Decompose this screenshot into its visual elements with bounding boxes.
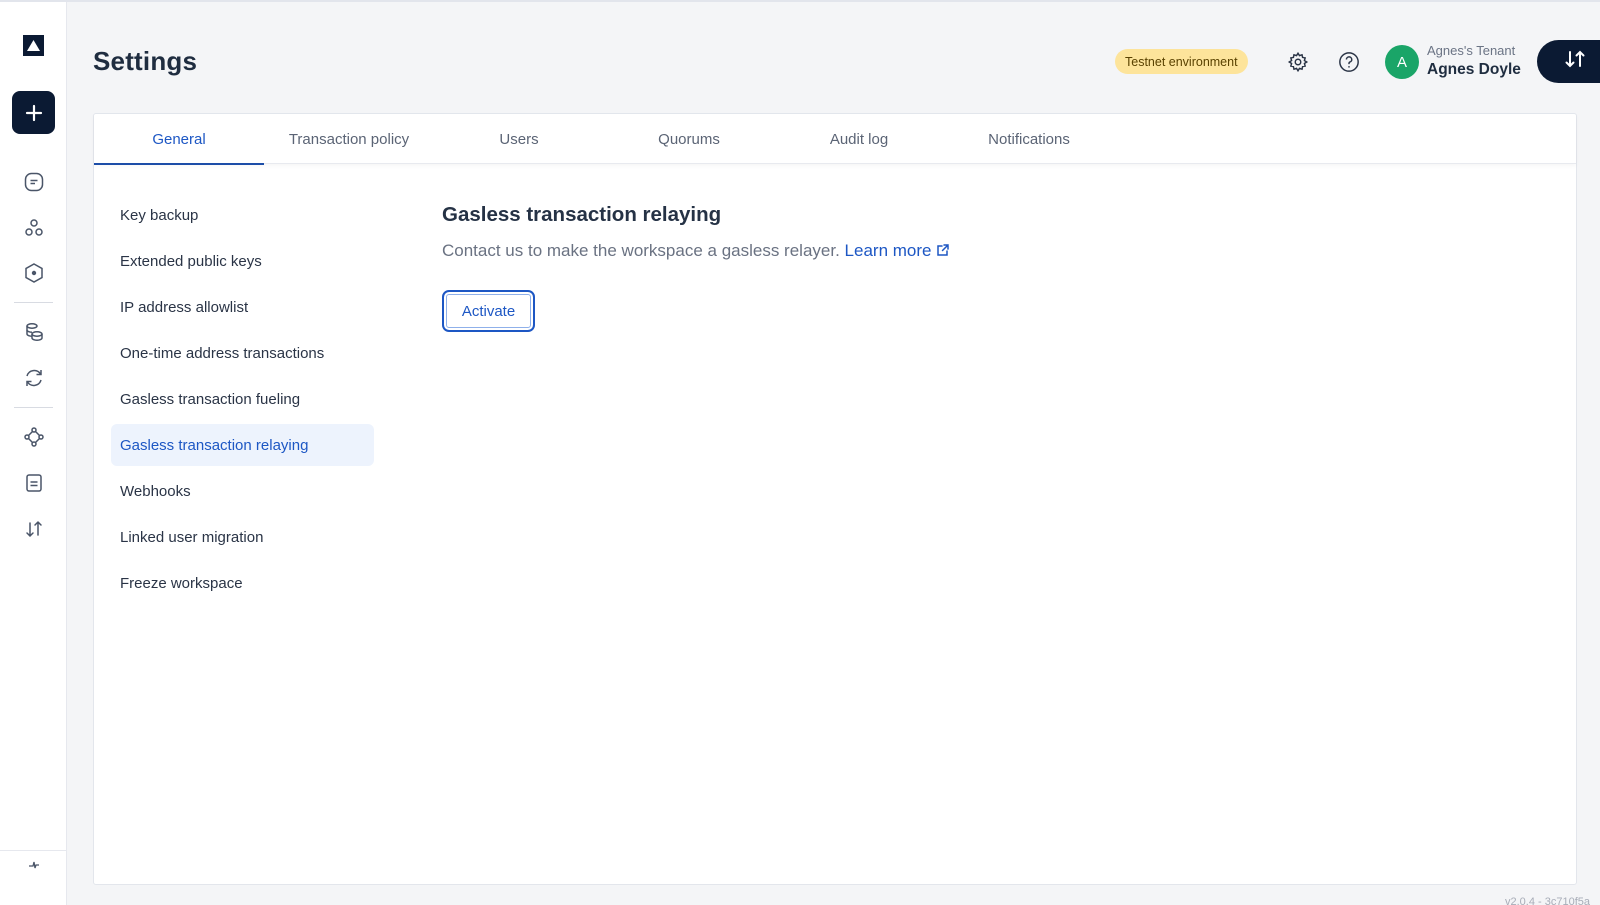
tab-quorums[interactable]: Quorums [604, 114, 774, 164]
rail-divider [0, 850, 67, 851]
transactions-icon[interactable] [22, 170, 46, 194]
section-description: Contact us to make the workspace a gasle… [442, 241, 950, 262]
learn-more-link[interactable]: Learn more [845, 241, 951, 260]
user-name[interactable]: Agnes Doyle [1427, 61, 1521, 79]
tenant-name[interactable]: Agnes's Tenant [1427, 43, 1515, 58]
section-title: Gasless transaction relaying [442, 203, 722, 226]
version-label: v2.0.4 - 3c710f5a [1505, 896, 1591, 905]
sidebar-item-one-time-address[interactable]: One-time address transactions [111, 332, 374, 374]
ledger-icon[interactable] [22, 471, 46, 495]
settings-card: General Transaction policy Users Quorums… [93, 113, 1577, 885]
tab-general[interactable]: General [94, 114, 264, 165]
sidebar-item-webhooks[interactable]: Webhooks [111, 470, 374, 512]
gear-icon[interactable] [1285, 49, 1311, 75]
learn-more-label: Learn more [844, 241, 932, 260]
help-icon[interactable] [1336, 49, 1362, 75]
sidebar-item-gasless-fueling[interactable]: Gasless transaction fueling [111, 378, 374, 420]
tab-users[interactable]: Users [434, 114, 604, 164]
sidebar-item-freeze-workspace[interactable]: Freeze workspace [111, 562, 374, 604]
logo-icon[interactable] [23, 35, 44, 56]
policy-icon[interactable] [22, 425, 46, 449]
description-text: Contact us to make the workspace a gasle… [442, 241, 840, 260]
assets-icon[interactable] [22, 261, 46, 285]
sidebar-item-linked-user-migration[interactable]: Linked user migration [111, 516, 374, 558]
sidebar-item-gasless-relaying[interactable]: Gasless transaction relaying [111, 424, 374, 466]
sidebar-item-extended-public-keys[interactable]: Extended public keys [111, 240, 374, 282]
collapse-icon[interactable] [22, 853, 46, 877]
transfer-icon [1563, 47, 1587, 76]
transfer-button[interactable] [1537, 40, 1600, 83]
activate-button[interactable]: Activate [442, 290, 535, 332]
tab-audit-log[interactable]: Audit log [774, 114, 944, 164]
top-border [0, 0, 1600, 2]
wallets-icon[interactable] [22, 320, 46, 344]
left-rail [0, 2, 67, 905]
accounts-icon[interactable] [22, 216, 46, 240]
external-link-icon [936, 242, 950, 262]
tab-notifications[interactable]: Notifications [944, 114, 1114, 164]
environment-badge: Testnet environment [1115, 49, 1248, 74]
sync-icon[interactable] [22, 366, 46, 390]
sidebar-item-key-backup[interactable]: Key backup [111, 194, 374, 236]
settings-tabs: General Transaction policy Users Quorums… [94, 114, 1576, 165]
tab-transaction-policy[interactable]: Transaction policy [264, 114, 434, 164]
rail-divider [14, 302, 53, 303]
sidebar-item-ip-allowlist[interactable]: IP address allowlist [111, 286, 374, 328]
transfer-icon[interactable] [22, 517, 46, 541]
avatar[interactable]: A [1385, 45, 1419, 79]
rail-divider [14, 407, 53, 408]
page-title: Settings [93, 46, 198, 76]
plus-icon[interactable] [12, 91, 55, 134]
